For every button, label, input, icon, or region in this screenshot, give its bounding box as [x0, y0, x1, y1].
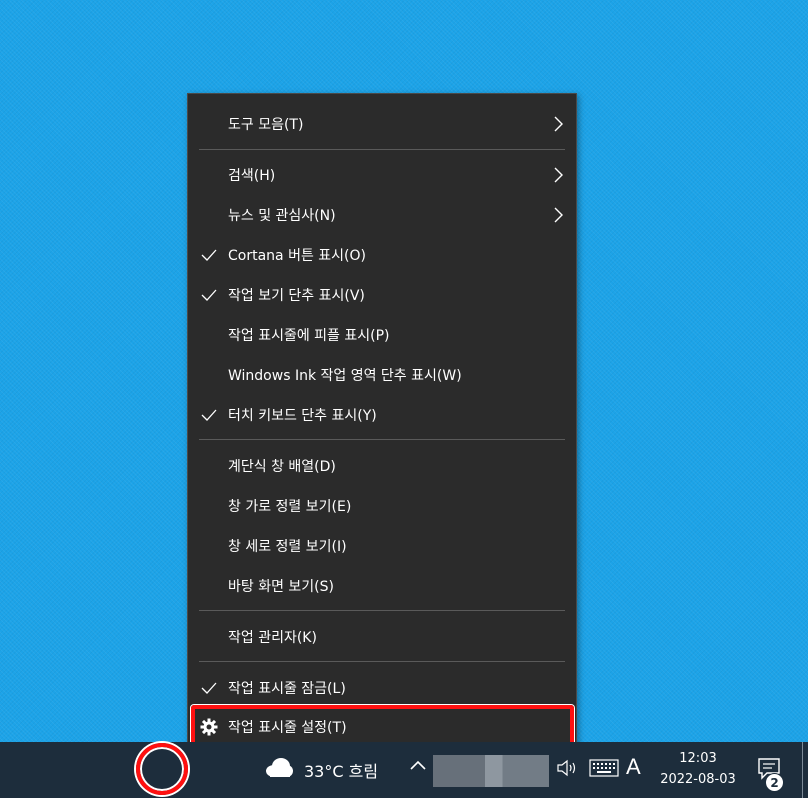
menu-item-show-people[interactable]: 작업 표시줄에 피플 표시(P) [188, 315, 576, 355]
menu-item-lock-taskbar[interactable]: 작업 표시줄 잠금(L) [188, 668, 576, 708]
show-desktop-button[interactable] [802, 742, 808, 798]
chevron-right-icon [554, 207, 563, 223]
checkmark-icon [201, 409, 217, 421]
menu-item-news-interests[interactable]: 뉴스 및 관심사(N) [188, 195, 576, 235]
highlight-box-taskbar-settings [191, 705, 574, 747]
menu-separator [199, 610, 565, 611]
menu-item-show-windows-stacked[interactable]: 창 가로 정렬 보기(E) [188, 486, 576, 526]
checkmark-icon [201, 682, 217, 694]
weather-text[interactable]: 33°C 흐림 [304, 758, 378, 782]
notification-count-badge: 2 [765, 773, 784, 792]
menu-item-show-desktop[interactable]: 바탕 화면 보기(S) [188, 566, 576, 606]
blurred-tray-icons [433, 755, 549, 787]
menu-item-show-windows-side-by-side[interactable]: 창 세로 정렬 보기(I) [188, 526, 576, 566]
menu-separator [199, 661, 565, 662]
chevron-right-icon [554, 167, 563, 183]
clock-date: 2022-08-03 [660, 772, 736, 787]
menu-item-show-touch-keyboard-button[interactable]: 터치 키보드 단추 표시(Y) [188, 395, 576, 435]
menu-item-label: 도구 모음(T) [228, 117, 304, 133]
checkmark-icon [201, 289, 217, 301]
menu-item-label: 작업 관리자(K) [228, 630, 317, 646]
menu-item-label: 계단식 창 배열(D) [228, 459, 336, 475]
clock[interactable]: 12:03 2022-08-03 [652, 748, 744, 790]
menu-item-show-cortana-button[interactable]: Cortana 버튼 표시(O) [188, 235, 576, 275]
menu-item-label: Cortana 버튼 표시(O) [228, 248, 366, 264]
menu-item-label: 작업 표시줄 잠금(L) [228, 681, 346, 697]
menu-item-search[interactable]: 검색(H) [188, 155, 576, 195]
menu-item-toolbars[interactable]: 도구 모음(T) [188, 104, 576, 144]
menu-item-task-manager[interactable]: 작업 관리자(K) [188, 617, 576, 657]
clock-time: 12:03 [679, 751, 717, 766]
menu-item-label: 검색(H) [228, 168, 276, 184]
menu-item-label: Windows Ink 작업 영역 단추 표시(W) [228, 368, 462, 384]
cloud-icon[interactable] [264, 756, 294, 778]
ime-mode-indicator[interactable]: A [626, 754, 641, 780]
chevron-up-icon[interactable] [408, 756, 428, 776]
menu-separator [199, 439, 565, 440]
menu-item-cascade-windows[interactable]: 계단식 창 배열(D) [188, 446, 576, 486]
menu-item-label: 바탕 화면 보기(S) [228, 579, 334, 595]
chevron-right-icon [554, 116, 563, 132]
speaker-icon[interactable] [556, 758, 580, 778]
taskbar-context-menu: 도구 모음(T) 검색(H) 뉴스 및 관심사(N) Cortana 버튼 표시… [187, 93, 577, 748]
checkmark-icon [201, 249, 217, 261]
touch-keyboard-icon[interactable] [589, 759, 619, 777]
highlight-circle-taskbar [136, 743, 188, 795]
menu-separator [199, 149, 565, 150]
menu-item-show-windows-ink-button[interactable]: Windows Ink 작업 영역 단추 표시(W) [188, 355, 576, 395]
menu-item-label: 창 가로 정렬 보기(E) [228, 499, 352, 515]
menu-item-show-task-view-button[interactable]: 작업 보기 단추 표시(V) [188, 275, 576, 315]
menu-item-label: 작업 표시줄에 피플 표시(P) [228, 328, 390, 344]
taskbar[interactable]: 33°C 흐림 A 12:03 2022-08-03 2 [0, 742, 808, 798]
menu-item-label: 창 세로 정렬 보기(I) [228, 539, 347, 555]
menu-item-label: 뉴스 및 관심사(N) [228, 208, 336, 224]
menu-item-label: 작업 보기 단추 표시(V) [228, 288, 365, 304]
menu-item-label: 터치 키보드 단추 표시(Y) [228, 408, 377, 424]
